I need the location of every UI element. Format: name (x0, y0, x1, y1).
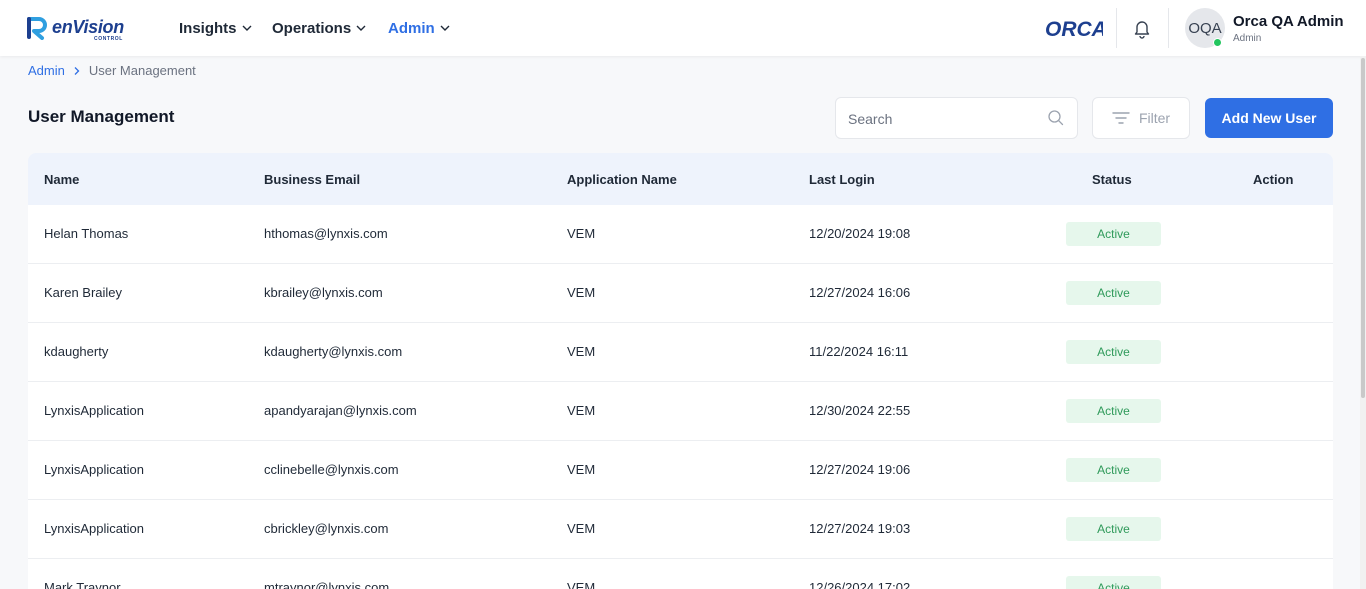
status-badge: Active (1066, 576, 1161, 589)
nav-operations-label: Operations (272, 19, 352, 37)
cell-application: VEM (567, 462, 596, 477)
divider (1168, 8, 1169, 48)
status-badge: Active (1066, 222, 1161, 246)
table-row[interactable]: kdaugherty kdaugherty@lynxis.com VEM 11/… (28, 323, 1333, 382)
chevron-down-icon (440, 25, 450, 31)
divider (1116, 8, 1117, 48)
table-row[interactable]: Mark Traynor mtraynor@lynxis.com VEM 12/… (28, 559, 1333, 589)
cell-application: VEM (567, 285, 596, 300)
cell-last-login: 12/27/2024 16:06 (809, 285, 911, 300)
cell-name: kdaugherty (44, 344, 109, 359)
orca-logo: ORCA (1045, 18, 1103, 40)
chevron-right-icon (74, 66, 80, 75)
add-new-user-button[interactable]: Add New User (1205, 98, 1333, 138)
page-title: User Management (28, 107, 175, 126)
filter-icon (1112, 112, 1130, 124)
notification-bell-icon[interactable] (1131, 17, 1153, 39)
nav-admin-label: Admin (388, 19, 435, 37)
column-header-last-login[interactable]: Last Login (809, 172, 875, 187)
online-status-indicator (1213, 38, 1222, 47)
user-table: Name Business Email Application Name Las… (28, 153, 1333, 589)
user-role: Admin (1233, 33, 1262, 44)
cell-last-login: 12/30/2024 22:55 (809, 403, 911, 418)
cell-email: kdaugherty@lynxis.com (264, 344, 403, 359)
brand-subtitle: CONTROL (94, 36, 123, 42)
status-badge: Active (1066, 340, 1161, 364)
status-badge: Active (1066, 399, 1161, 423)
column-header-email[interactable]: Business Email (264, 172, 360, 187)
top-navigation-bar: enVision CONTROL Insights Operations Adm… (0, 0, 1366, 56)
table-row[interactable]: LynxisApplication cbrickley@lynxis.com V… (28, 500, 1333, 559)
cell-name: Mark Traynor (44, 580, 121, 589)
cell-application: VEM (567, 226, 596, 241)
envision-logo-mark-icon (27, 17, 47, 40)
brand-name: enVision (52, 17, 124, 37)
breadcrumb-current: User Management (88, 63, 196, 78)
cell-name: LynxisApplication (44, 403, 144, 418)
cell-email: mtraynor@lynxis.com (264, 580, 390, 589)
nav-operations[interactable]: Operations (272, 18, 367, 38)
table-row[interactable]: LynxisApplication cclinebelle@lynxis.com… (28, 441, 1333, 500)
filter-button-label: Filter (1138, 110, 1171, 126)
cell-email: kbrailey@lynxis.com (264, 285, 383, 300)
table-row[interactable]: LynxisApplication apandyarajan@lynxis.co… (28, 382, 1333, 441)
nav-insights[interactable]: Insights (179, 18, 253, 38)
cell-email: hthomas@lynxis.com (264, 226, 388, 241)
column-header-application[interactable]: Application Name (567, 172, 677, 187)
status-badge: Active (1066, 517, 1161, 541)
cell-last-login: 12/27/2024 19:03 (809, 521, 911, 536)
cell-email: cclinebelle@lynxis.com (264, 462, 399, 477)
cell-last-login: 12/26/2024 17:02 (809, 580, 911, 589)
status-badge: Active (1066, 281, 1161, 305)
column-header-status[interactable]: Status (1092, 172, 1132, 187)
cell-last-login: 12/20/2024 19:08 (809, 226, 911, 241)
cell-name: Karen Brailey (44, 285, 123, 300)
cell-name: LynxisApplication (44, 462, 144, 477)
cell-last-login: 12/27/2024 19:06 (809, 462, 911, 477)
chevron-down-icon (242, 25, 252, 31)
cell-name: Helan Thomas (44, 226, 129, 241)
search-box[interactable] (835, 97, 1078, 139)
avatar-initials: OQA (1188, 19, 1222, 37)
column-header-action: Action (1253, 172, 1294, 187)
breadcrumb: Admin User Management (28, 63, 196, 78)
search-icon[interactable] (1047, 109, 1065, 127)
nav-admin[interactable]: Admin (388, 18, 451, 38)
cell-last-login: 11/22/2024 16:11 (809, 344, 909, 359)
envision-logo[interactable]: enVision CONTROL (26, 14, 130, 44)
page-scrollbar-thumb[interactable] (1361, 58, 1365, 398)
cell-email: cbrickley@lynxis.com (264, 521, 389, 536)
orca-logo-text: ORCA (1045, 18, 1103, 40)
cell-name: LynxisApplication (44, 521, 144, 536)
cell-application: VEM (567, 344, 596, 359)
chevron-down-icon (356, 25, 366, 31)
nav-insights-label: Insights (179, 19, 237, 37)
breadcrumb-admin-link[interactable]: Admin (28, 63, 65, 78)
cell-application: VEM (567, 403, 596, 418)
search-input[interactable] (848, 108, 1038, 130)
cell-email: apandyarajan@lynxis.com (264, 403, 417, 418)
filter-button[interactable]: Filter (1092, 97, 1190, 139)
status-badge: Active (1066, 458, 1161, 482)
user-name[interactable]: Orca QA Admin (1233, 13, 1344, 30)
table-row[interactable]: Karen Brailey kbrailey@lynxis.com VEM 12… (28, 264, 1333, 323)
column-header-name[interactable]: Name (44, 172, 79, 187)
cell-application: VEM (567, 580, 596, 589)
table-row[interactable]: Helan Thomas hthomas@lynxis.com VEM 12/2… (28, 205, 1333, 264)
table-header: Name Business Email Application Name Las… (28, 153, 1333, 205)
cell-application: VEM (567, 521, 596, 536)
